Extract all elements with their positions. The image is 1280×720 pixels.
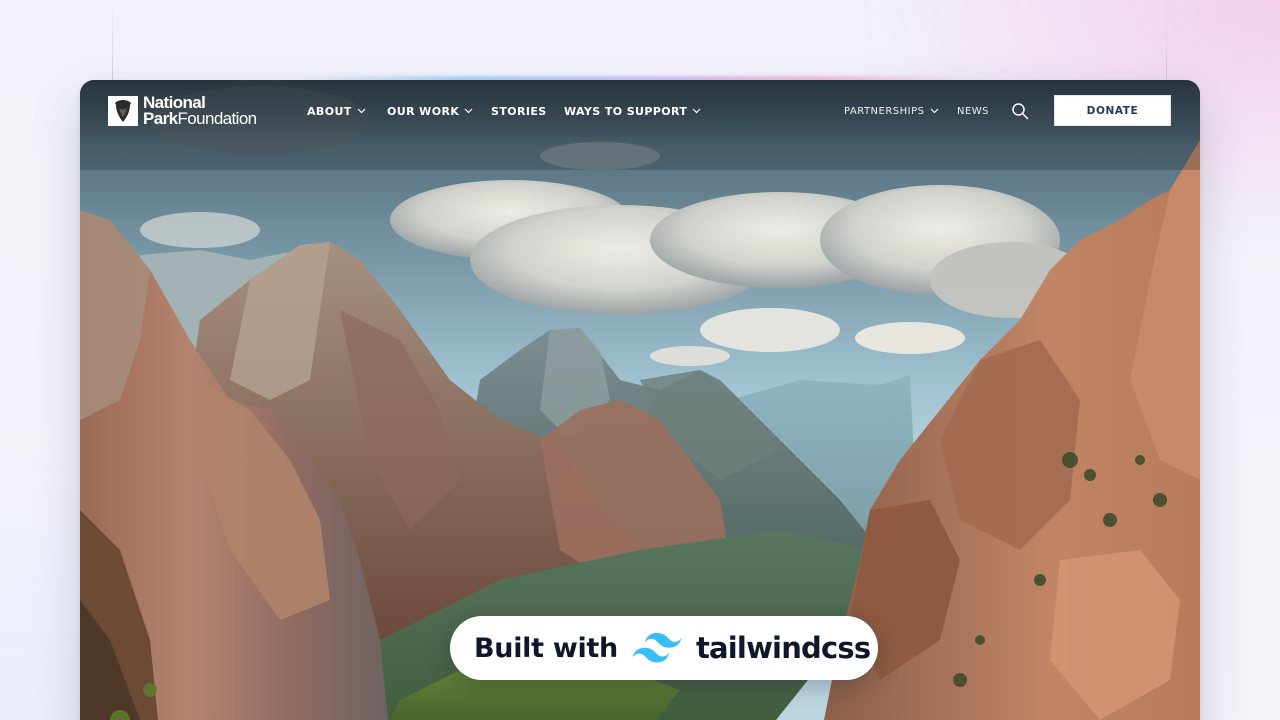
built-with-badge[interactable]: Built with tailwindcss xyxy=(450,616,878,680)
chevron-down-icon xyxy=(692,108,701,114)
nav-item-label: NEWS xyxy=(957,105,990,117)
nav-item-partnerships[interactable]: PARTNERSHIPS xyxy=(844,103,939,119)
site-logo[interactable]: National ParkFoundation xyxy=(108,94,257,128)
search-icon[interactable] xyxy=(1011,102,1029,120)
nav-item-label: PARTNERSHIPS xyxy=(844,105,925,117)
built-with-label: Built with xyxy=(474,632,618,664)
logo-line-2: ParkFoundation xyxy=(143,109,257,128)
nav-item-our-work[interactable]: OUR WORK xyxy=(387,103,473,119)
chevron-down-icon xyxy=(930,108,938,114)
nav-item-label: ABOUT xyxy=(307,104,352,118)
arrowhead-icon xyxy=(108,96,138,126)
nav-item-ways-to-support[interactable]: WAYS TO SUPPORT xyxy=(564,103,701,119)
nav-item-news[interactable]: NEWS xyxy=(957,103,989,119)
nav-item-label: WAYS TO SUPPORT xyxy=(564,104,688,118)
chevron-down-icon xyxy=(357,108,366,114)
logo-line-2-bold: Park xyxy=(143,109,178,128)
chevron-down-icon xyxy=(464,108,473,114)
nav-item-about[interactable]: ABOUT xyxy=(307,103,366,119)
nav-item-label: OUR WORK xyxy=(387,104,460,118)
site-navigation: National ParkFoundation ABOUT OUR WORK S… xyxy=(80,80,1200,142)
nav-item-stories[interactable]: STORIES xyxy=(491,103,547,119)
donate-button[interactable]: DONATE xyxy=(1054,95,1171,126)
tailwindcss-wordmark: tailwindcss xyxy=(695,631,871,665)
decorative-grid-line-right xyxy=(1166,0,1167,80)
logo-wordmark: National ParkFoundation xyxy=(143,94,257,128)
decorative-grid-line-left xyxy=(112,0,113,80)
nav-item-label: STORIES xyxy=(491,104,547,118)
logo-line-2-rest: Foundation xyxy=(177,109,257,128)
tailwind-logo-icon xyxy=(632,633,682,663)
